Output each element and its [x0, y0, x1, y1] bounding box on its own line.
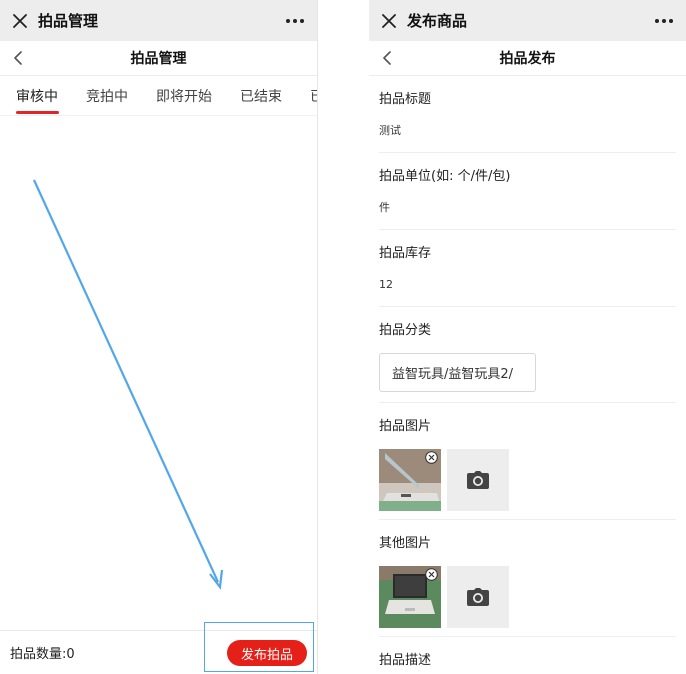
page-title: 拍品管理	[130, 51, 187, 67]
field-unit-label: 拍品单位(如: 个/件/包)	[379, 169, 511, 184]
field-description: 拍品描述	[379, 637, 676, 671]
tab-bidding[interactable]: 竞拍中	[70, 76, 140, 116]
field-description-label: 拍品描述	[379, 653, 432, 668]
camera-icon	[467, 471, 489, 489]
publish-form: 拍品标题 测试 拍品单位(如: 个/件/包) 件 拍品库存 12 拍品分类 益智…	[369, 76, 686, 671]
title-bar: 拍品管理	[0, 0, 317, 41]
nav-bar: 拍品管理	[0, 41, 317, 76]
field-images: 拍品图片	[379, 403, 676, 520]
close-icon[interactable]	[379, 11, 399, 31]
category-select[interactable]: 益智玩具/益智玩具2/	[379, 353, 536, 392]
window-title: 拍品管理	[38, 12, 99, 30]
status-tabs: 审核中 竞拍中 即将开始 已结束 已流	[0, 76, 317, 116]
delete-icon[interactable]	[425, 568, 438, 581]
field-title-label: 拍品标题	[379, 92, 432, 107]
close-icon[interactable]	[10, 11, 30, 31]
chevron-left-icon[interactable]	[10, 50, 26, 66]
image-row	[379, 449, 676, 519]
other-image-thumbnail[interactable]	[379, 566, 441, 628]
stock-input[interactable]: 12	[379, 264, 676, 306]
item-image-thumbnail[interactable]	[379, 449, 441, 511]
more-icon[interactable]	[283, 11, 307, 31]
publish-item-screen: 发布商品 拍品发布 拍品标题 测试 拍品单位(如: 个/件/包) 件 拍品库存 …	[369, 0, 686, 674]
camera-icon	[467, 588, 489, 606]
title-input[interactable]: 测试	[379, 110, 676, 152]
delete-icon[interactable]	[425, 451, 438, 464]
field-stock: 拍品库存 12	[379, 230, 676, 307]
publish-item-button[interactable]: 发布拍品	[227, 640, 307, 666]
nav-bar: 拍品发布	[369, 41, 686, 76]
field-other-images-label: 其他图片	[379, 536, 432, 551]
field-stock-label: 拍品库存	[379, 246, 432, 261]
other-image-row	[379, 566, 676, 636]
field-images-label: 拍品图片	[379, 419, 432, 434]
empty-list-area	[0, 117, 317, 631]
title-bar: 发布商品	[369, 0, 686, 41]
window-title: 发布商品	[407, 12, 468, 30]
field-category: 拍品分类 益智玩具/益智玩具2/	[379, 307, 676, 403]
add-other-image-button[interactable]	[447, 566, 509, 628]
field-unit: 拍品单位(如: 个/件/包) 件	[379, 153, 676, 230]
chevron-left-icon[interactable]	[379, 50, 395, 66]
tab-upcoming[interactable]: 即将开始	[140, 76, 224, 116]
tab-unsold[interactable]: 已流	[294, 76, 317, 116]
unit-input[interactable]: 件	[379, 187, 676, 229]
item-count: 拍品数量:0	[10, 647, 75, 662]
page-title: 拍品发布	[499, 51, 556, 67]
tab-under-review[interactable]: 审核中	[0, 76, 70, 116]
add-image-button[interactable]	[447, 449, 509, 511]
auction-management-screen: 拍品管理 拍品管理 审核中 竞拍中 即将开始 已结束 已流 拍品数量:0 发布拍…	[0, 0, 318, 674]
annotation-arrow	[32, 179, 224, 590]
tab-ended[interactable]: 已结束	[224, 76, 294, 116]
field-title: 拍品标题 测试	[379, 76, 676, 153]
field-category-label: 拍品分类	[379, 323, 432, 338]
more-icon[interactable]	[652, 11, 676, 31]
field-other-images: 其他图片	[379, 520, 676, 637]
